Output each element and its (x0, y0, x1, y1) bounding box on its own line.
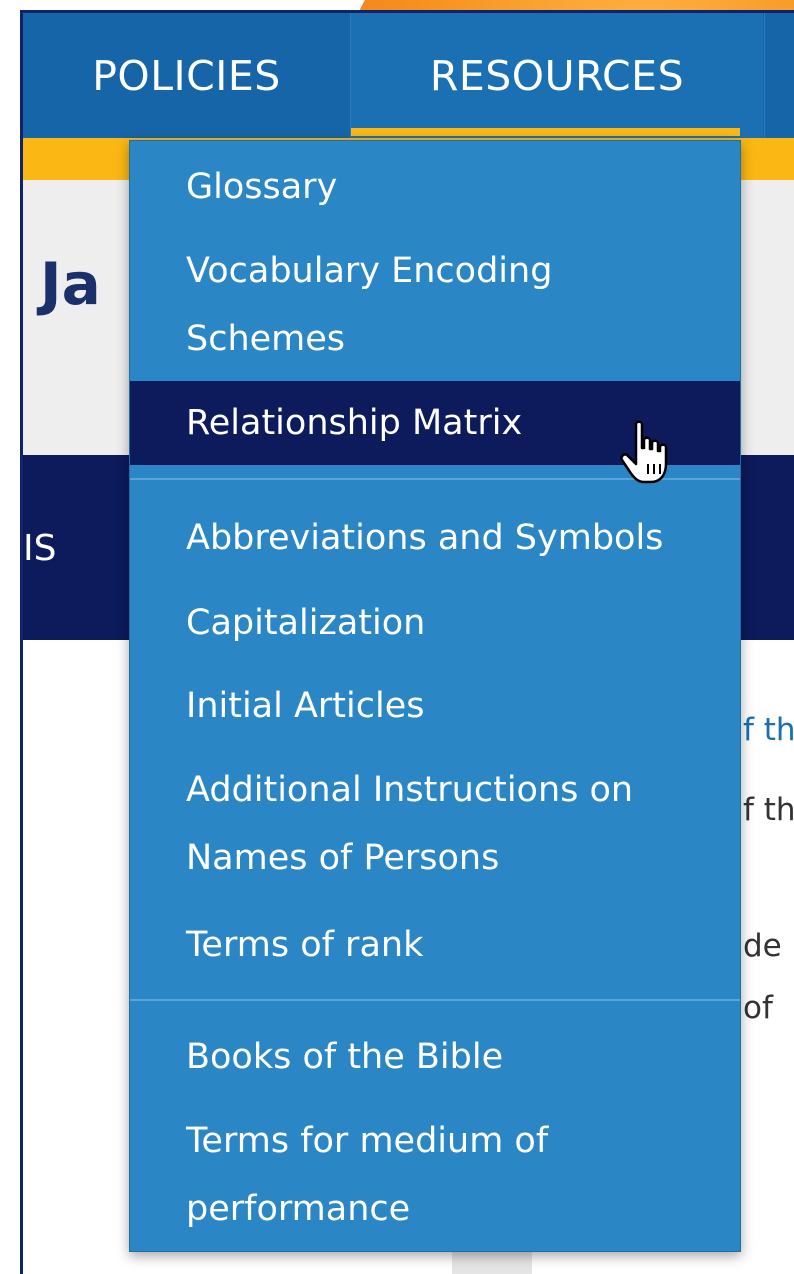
menu-item-abbreviations-and-symbols[interactable]: Abbreviations and Symbols (130, 504, 740, 572)
body-text-fragment: f th (743, 792, 794, 828)
menu-item-label: Initial Articles (186, 686, 425, 726)
menu-item-terms-of-rank[interactable]: Terms of rank (130, 911, 740, 979)
menu-item-capitalization[interactable]: Capitalization (130, 589, 740, 657)
menu-item-label-line2: Names of Persons (186, 838, 500, 878)
menu-item-terms-for-medium-of-performance[interactable]: Terms for medium of performance (130, 1107, 740, 1243)
menu-item-label: Relationship Matrix (186, 403, 523, 443)
resources-dropdown-menu: Glossary Vocabulary Encoding Schemes Rel… (129, 140, 741, 1252)
menu-item-vocabulary-encoding-schemes[interactable]: Vocabulary Encoding Schemes (130, 237, 740, 373)
page-title: Ja (40, 250, 101, 318)
menu-divider (130, 999, 740, 1001)
menu-item-label: Glossary (186, 167, 338, 207)
nav-item-policies[interactable]: POLICIES (23, 13, 351, 138)
menu-item-label-line1: Additional Instructions on (186, 770, 634, 810)
nav-item-next[interactable] (764, 13, 794, 138)
menu-item-initial-articles[interactable]: Initial Articles (130, 672, 740, 740)
menu-item-label-line2: Schemes (186, 319, 346, 359)
menu-item-books-of-the-bible[interactable]: Books of the Bible (130, 1023, 740, 1091)
menu-item-label: Capitalization (186, 603, 426, 643)
menu-item-label-line1: Vocabulary Encoding (186, 251, 553, 291)
body-text-fragment: of (743, 990, 773, 1026)
secondary-nav-item[interactable]: IS (23, 528, 56, 569)
menu-item-label: Terms of rank (186, 925, 424, 965)
menu-item-label: Abbreviations and Symbols (186, 518, 664, 558)
menu-item-label-line1: Terms for medium of (186, 1121, 549, 1161)
active-nav-underline (351, 128, 740, 136)
nav-item-resources[interactable]: RESOURCES (351, 13, 763, 138)
nav-item-label: RESOURCES (429, 51, 685, 100)
screenshot-stage: POLICIES RESOURCES Ja IS f th f th de of… (0, 0, 794, 1274)
nav-item-label: POLICIES (92, 51, 281, 100)
body-text-fragment: de (743, 928, 782, 964)
menu-item-additional-instructions[interactable]: Additional Instructions on Names of Pers… (130, 756, 740, 892)
menu-item-glossary[interactable]: Glossary (130, 153, 740, 221)
scroll-stub (452, 1250, 532, 1274)
main-nav: POLICIES RESOURCES (23, 13, 794, 138)
menu-item-label: Books of the Bible (186, 1037, 504, 1077)
hand-pointer-cursor-icon (620, 420, 668, 484)
menu-item-label-line2: performance (186, 1189, 411, 1229)
body-link-fragment[interactable]: f th (743, 712, 794, 748)
